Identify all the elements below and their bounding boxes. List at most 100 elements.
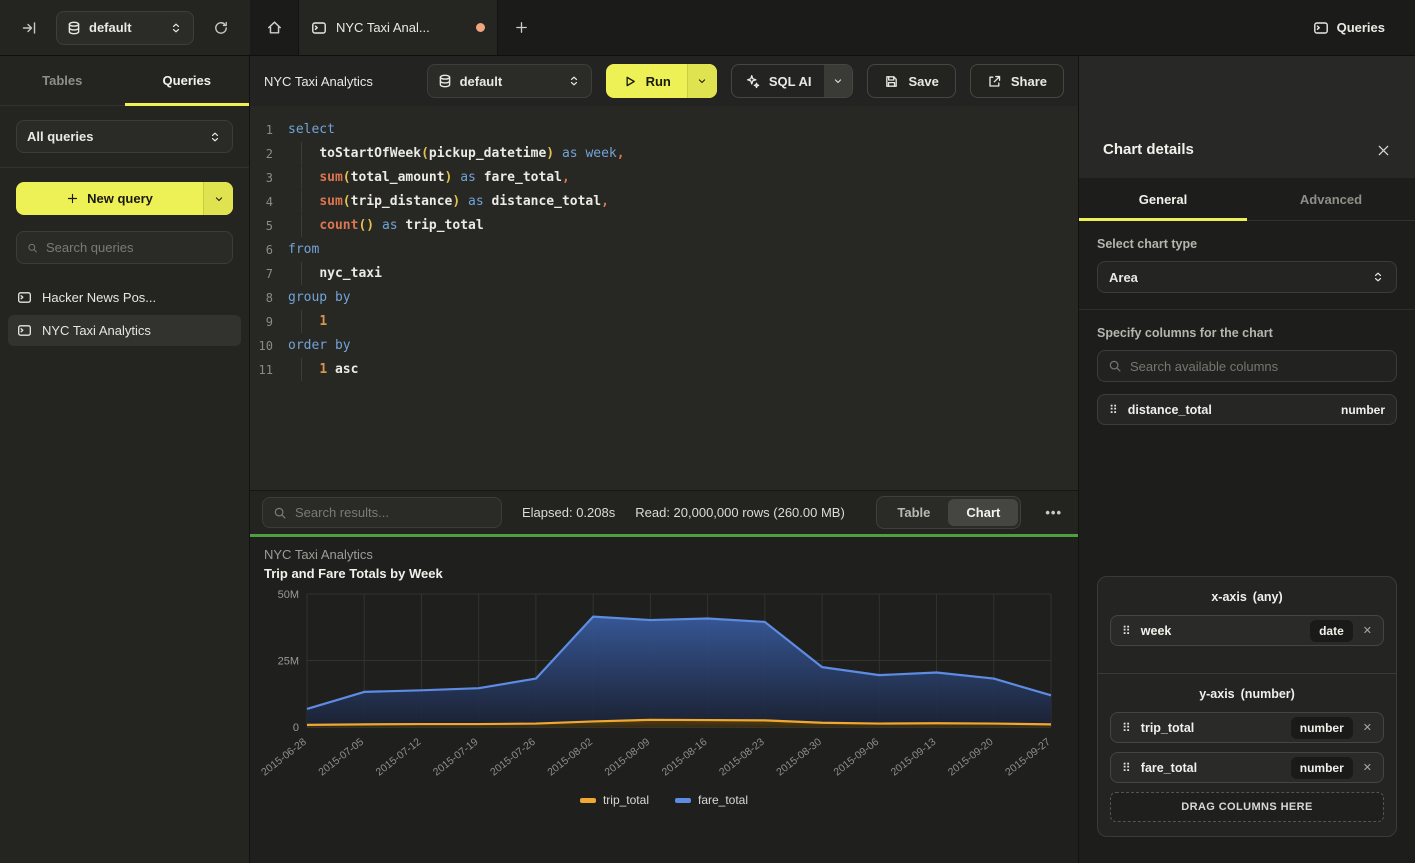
column-chip-fare_total[interactable]: ⠿fare_totalnumber✕	[1110, 752, 1384, 783]
column-name: trip_total	[1141, 721, 1281, 735]
line-number: 2	[250, 142, 288, 166]
chart-legend: trip_total fare_total	[252, 793, 1076, 807]
elapsed-stat: Elapsed: 0.208s	[522, 505, 615, 520]
more-options-icon[interactable]: •••	[1041, 505, 1066, 520]
database-icon	[438, 74, 452, 88]
svg-text:2015-07-05: 2015-07-05	[316, 736, 366, 779]
remove-column-icon[interactable]: ✕	[1363, 761, 1372, 774]
query-icon	[17, 323, 32, 338]
remove-column-icon[interactable]: ✕	[1363, 721, 1372, 734]
sql-editor[interactable]: 1select2 toStartOfWeek(pickup_datetime) …	[250, 106, 1078, 490]
view-toggle-table[interactable]: Table	[879, 499, 948, 526]
chart-title: NYC Taxi Analytics	[264, 547, 1076, 562]
plus-icon	[514, 20, 529, 35]
column-chip-week[interactable]: ⠿weekdate✕	[1110, 615, 1384, 646]
svg-text:2015-08-09: 2015-08-09	[603, 736, 653, 779]
search-queries-input[interactable]	[46, 240, 222, 255]
query-icon	[311, 20, 327, 36]
view-toggle: Table Chart	[876, 496, 1021, 529]
topbar-database-value: default	[89, 20, 161, 35]
sql-ai-button[interactable]: SQL AI	[731, 64, 854, 98]
line-number: 6	[250, 238, 288, 262]
chart-type-select[interactable]: Area	[1097, 261, 1397, 293]
main-pane: NYC Taxi Analytics default Run	[250, 56, 1078, 863]
sql-ai-dropdown[interactable]	[824, 65, 852, 97]
close-icon[interactable]	[1376, 143, 1391, 158]
unsaved-dot	[476, 23, 485, 32]
drag-handle-icon[interactable]: ⠿	[1122, 722, 1131, 734]
sidebar-tabs: Tables Queries	[0, 56, 249, 106]
query-item-label: NYC Taxi Analytics	[42, 323, 151, 338]
plus-icon	[66, 192, 79, 205]
select-updown-icon	[208, 130, 222, 144]
drag-handle-icon[interactable]: ⠿	[1109, 404, 1118, 416]
y-axis-constraint: (number)	[1241, 687, 1295, 701]
new-tab-button[interactable]	[498, 0, 544, 55]
remove-column-icon[interactable]: ✕	[1363, 624, 1372, 637]
new-query-dropdown[interactable]	[203, 182, 233, 215]
tab-advanced[interactable]: Advanced	[1247, 178, 1415, 220]
drag-handle-icon[interactable]: ⠿	[1122, 625, 1131, 637]
share-icon	[987, 74, 1002, 89]
run-dropdown[interactable]	[687, 64, 717, 98]
sidebar-tab-tables[interactable]: Tables	[0, 56, 125, 105]
x-axis-title: x-axis	[1211, 590, 1246, 604]
read-stat: Read: 20,000,000 rows (260.00 MB)	[635, 505, 845, 520]
query-filter-value: All queries	[27, 129, 200, 144]
search-results-input[interactable]	[295, 505, 491, 520]
line-number: 4	[250, 190, 288, 214]
save-icon	[884, 74, 899, 89]
share-button[interactable]: Share	[970, 64, 1064, 98]
chart-subtitle: Trip and Fare Totals by Week	[264, 566, 1076, 581]
query-list-item[interactable]: NYC Taxi Analytics	[8, 315, 241, 346]
code-line: 1select	[250, 118, 1078, 142]
collapse-sidebar-icon[interactable]	[14, 13, 44, 43]
drag-columns-drop-zone[interactable]: DRAG COLUMNS HERE	[1110, 792, 1384, 822]
queries-button[interactable]: Queries	[1303, 14, 1395, 42]
queries-button-label: Queries	[1337, 20, 1385, 35]
top-bar-left: default	[0, 0, 250, 55]
code-text: order by	[288, 334, 351, 358]
chart-type-value: Area	[1109, 270, 1371, 285]
svg-text:50M: 50M	[278, 589, 299, 601]
chart-plot[interactable]: 025M50M2015-06-282015-07-052015-07-12201…	[252, 585, 1075, 791]
column-chip-trip_total[interactable]: ⠿trip_totalnumber✕	[1110, 712, 1384, 743]
code-line: 11 1 asc	[250, 358, 1078, 382]
query-filter-select[interactable]: All queries	[16, 120, 233, 153]
select-updown-icon	[567, 74, 581, 88]
svg-text:2015-08-23: 2015-08-23	[717, 736, 767, 779]
search-icon	[27, 241, 38, 255]
legend-label: fare_total	[698, 793, 748, 807]
home-tab-button[interactable]	[250, 0, 298, 55]
legend-item-trip_total[interactable]: trip_total	[580, 793, 649, 807]
chart-type-label: Select chart type	[1097, 237, 1397, 251]
column-type-badge: number	[1341, 403, 1385, 417]
code-text: from	[288, 238, 319, 262]
view-toggle-chart[interactable]: Chart	[948, 499, 1018, 526]
results-toolbar: Elapsed: 0.208s Read: 20,000,000 rows (2…	[250, 490, 1078, 534]
save-button[interactable]: Save	[867, 64, 955, 98]
drag-handle-icon[interactable]: ⠿	[1122, 762, 1131, 774]
line-number: 10	[250, 334, 288, 358]
svg-text:2015-09-06: 2015-09-06	[831, 736, 881, 779]
code-text: select	[288, 118, 335, 142]
sidebar-tab-queries[interactable]: Queries	[125, 56, 250, 105]
columns-label: Specify columns for the chart	[1097, 326, 1397, 340]
tab-nyc-taxi-analytics[interactable]: NYC Taxi Anal...	[298, 0, 498, 55]
new-query-button[interactable]: New query	[16, 182, 233, 215]
query-list-item[interactable]: Hacker News Pos...	[8, 282, 241, 313]
x-axis-constraint: (any)	[1253, 590, 1283, 604]
search-columns-input[interactable]	[1130, 359, 1386, 374]
tab-general[interactable]: General	[1079, 178, 1247, 220]
chevron-down-icon	[696, 75, 708, 87]
line-number: 1	[250, 118, 288, 142]
editor-database-selector[interactable]: default	[427, 64, 592, 98]
legend-item-fare_total[interactable]: fare_total	[675, 793, 748, 807]
legend-label: trip_total	[603, 793, 649, 807]
refresh-icon[interactable]	[206, 13, 236, 43]
tab-title: NYC Taxi Anal...	[336, 20, 467, 35]
run-button[interactable]: Run	[606, 64, 717, 98]
topbar-database-selector[interactable]: default	[56, 11, 194, 45]
top-bar-right: Queries	[1303, 0, 1415, 55]
column-chip-distance_total[interactable]: ⠿distance_totalnumber	[1097, 394, 1397, 425]
